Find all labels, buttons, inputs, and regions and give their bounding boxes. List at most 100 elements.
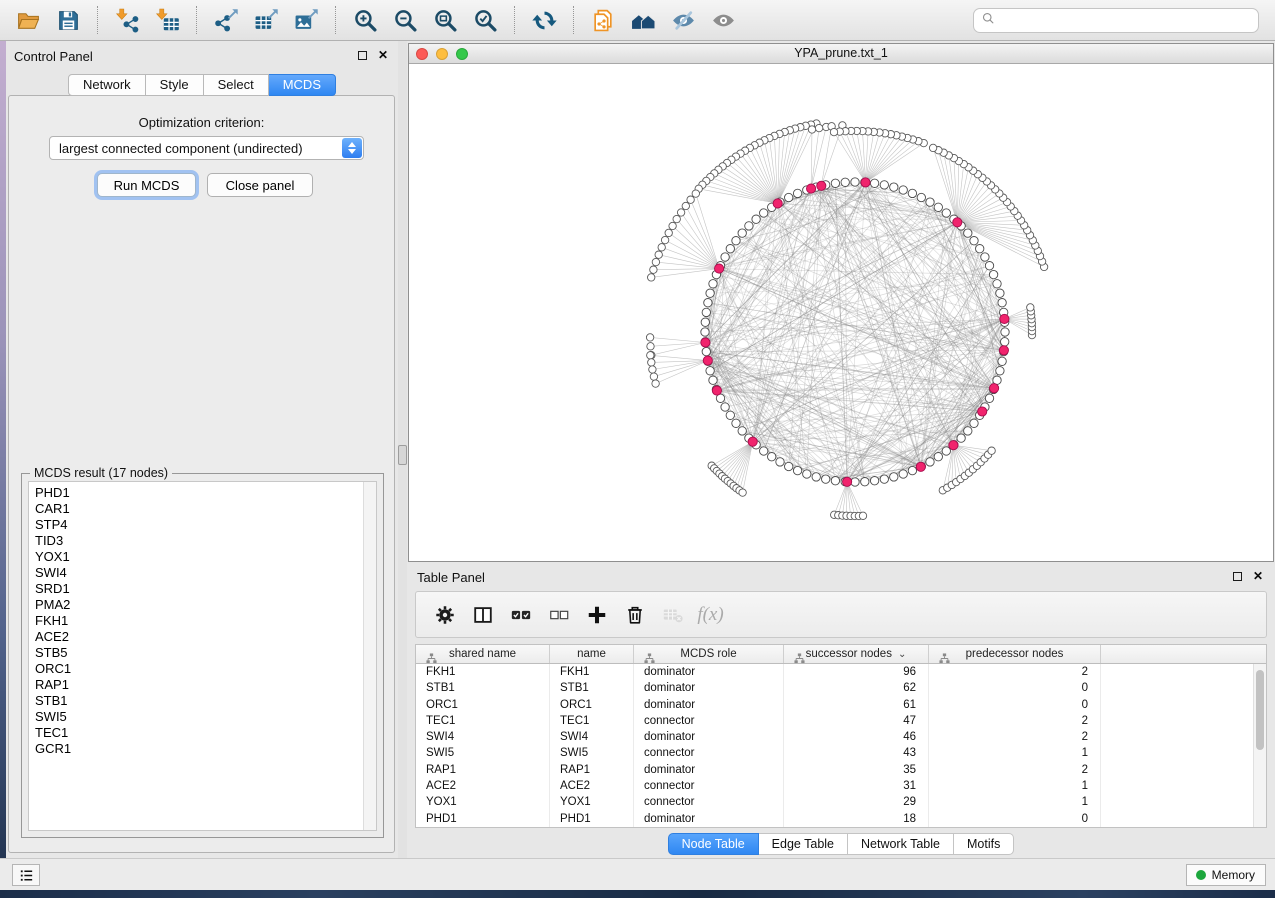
deselect-all-icon[interactable] xyxy=(544,600,573,629)
table-row[interactable]: SWI5SWI5connector431 xyxy=(416,745,1266,761)
cell-shared-name[interactable]: ACE2 xyxy=(416,778,550,794)
mcds-result-item[interactable]: SWI5 xyxy=(35,709,376,725)
hide-eye-icon[interactable] xyxy=(666,5,700,35)
table-row[interactable]: ACE2ACE2connector311 xyxy=(416,778,1266,794)
cell-successor-nodes[interactable]: 18 xyxy=(784,811,929,827)
cell-name[interactable]: SWI4 xyxy=(550,729,634,745)
table-row[interactable]: FKH1FKH1dominator962 xyxy=(416,664,1266,680)
cell-predecessor-nodes[interactable]: 2 xyxy=(929,664,1101,680)
columns-icon[interactable] xyxy=(468,600,497,629)
cell-successor-nodes[interactable]: 46 xyxy=(784,729,929,745)
close-panel-icon[interactable] xyxy=(378,50,388,60)
mcds-result-item[interactable]: TID3 xyxy=(35,533,376,549)
add-row-icon[interactable] xyxy=(582,600,611,629)
cell-MCDS-role[interactable]: dominator xyxy=(634,729,784,745)
mcds-result-scrollbar[interactable] xyxy=(363,482,376,830)
cell-shared-name[interactable]: STB1 xyxy=(416,680,550,696)
cell-predecessor-nodes[interactable]: 2 xyxy=(929,713,1101,729)
cell-successor-nodes[interactable]: 96 xyxy=(784,664,929,680)
memory-button[interactable]: Memory xyxy=(1186,864,1266,886)
mcds-result-item[interactable]: PHD1 xyxy=(35,485,376,501)
zoom-out-icon[interactable] xyxy=(388,5,422,35)
cell-MCDS-role[interactable]: dominator xyxy=(634,697,784,713)
task-history-button[interactable] xyxy=(12,864,40,886)
delete-row-icon[interactable] xyxy=(620,600,649,629)
refresh-icon[interactable] xyxy=(527,5,561,35)
cell-shared-name[interactable]: ORC1 xyxy=(416,697,550,713)
cell-name[interactable]: RAP1 xyxy=(550,762,634,778)
cell-shared-name[interactable]: SWI4 xyxy=(416,729,550,745)
cell-shared-name[interactable]: PHD1 xyxy=(416,811,550,827)
search-box[interactable] xyxy=(973,8,1259,33)
window-minimize-traffic-light[interactable] xyxy=(436,48,448,60)
table-row[interactable]: YOX1YOX1connector291 xyxy=(416,794,1266,810)
cell-successor-nodes[interactable]: 31 xyxy=(784,778,929,794)
mcds-result-item[interactable]: STP4 xyxy=(35,517,376,533)
cell-shared-name[interactable]: YOX1 xyxy=(416,794,550,810)
import-network-icon[interactable] xyxy=(110,5,144,35)
sort-chevron-icon[interactable] xyxy=(898,649,906,660)
cell-successor-nodes[interactable]: 35 xyxy=(784,762,929,778)
export-network-icon[interactable] xyxy=(209,5,243,35)
mcds-result-item[interactable]: FKH1 xyxy=(35,613,376,629)
tab-network-table[interactable]: Network Table xyxy=(848,833,954,855)
run-mcds-button[interactable]: Run MCDS xyxy=(97,173,196,197)
export-table-icon[interactable] xyxy=(249,5,283,35)
table-row[interactable]: ORC1ORC1dominator610 xyxy=(416,697,1266,713)
mcds-result-item[interactable]: RAP1 xyxy=(35,677,376,693)
cell-shared-name[interactable]: FKH1 xyxy=(416,664,550,680)
table-row[interactable]: SWI4SWI4dominator462 xyxy=(416,729,1266,745)
cell-predecessor-nodes[interactable]: 0 xyxy=(929,680,1101,696)
cell-name[interactable]: TEC1 xyxy=(550,713,634,729)
cell-MCDS-role[interactable]: connector xyxy=(634,794,784,810)
table-row[interactable]: RAP1RAP1dominator352 xyxy=(416,762,1266,778)
cell-shared-name[interactable]: SWI5 xyxy=(416,745,550,761)
float-table-panel-icon[interactable] xyxy=(1233,572,1242,581)
cell-successor-nodes[interactable]: 47 xyxy=(784,713,929,729)
cell-MCDS-role[interactable]: dominator xyxy=(634,811,784,827)
mcds-result-item[interactable]: STB5 xyxy=(35,645,376,661)
gear-icon[interactable] xyxy=(430,600,459,629)
cell-successor-nodes[interactable]: 62 xyxy=(784,680,929,696)
table-row[interactable]: PHD1PHD1dominator180 xyxy=(416,811,1266,827)
cell-successor-nodes[interactable]: 29 xyxy=(784,794,929,810)
close-table-panel-icon[interactable] xyxy=(1253,571,1263,581)
import-table-icon[interactable] xyxy=(150,5,184,35)
criterion-select[interactable]: largest connected component (undirected) xyxy=(49,136,364,160)
tab-edge-table[interactable]: Edge Table xyxy=(759,833,848,855)
close-panel-button[interactable]: Close panel xyxy=(207,173,313,197)
table-row[interactable]: TEC1TEC1connector472 xyxy=(416,713,1266,729)
mcds-result-item[interactable]: SRD1 xyxy=(35,581,376,597)
cell-name[interactable]: FKH1 xyxy=(550,664,634,680)
tab-select[interactable]: Select xyxy=(204,74,269,96)
mcds-result-item[interactable]: ORC1 xyxy=(35,661,376,677)
mcds-result-item[interactable]: SWI4 xyxy=(35,565,376,581)
cell-predecessor-nodes[interactable]: 1 xyxy=(929,778,1101,794)
cell-predecessor-nodes[interactable]: 2 xyxy=(929,729,1101,745)
cell-MCDS-role[interactable]: connector xyxy=(634,745,784,761)
zoom-fit-icon[interactable] xyxy=(428,5,462,35)
search-input[interactable] xyxy=(996,9,1258,32)
column-header-successor-nodes[interactable]: successor nodes xyxy=(784,645,929,663)
cell-name[interactable]: PHD1 xyxy=(550,811,634,827)
window-zoom-traffic-light[interactable] xyxy=(456,48,468,60)
cell-MCDS-role[interactable]: dominator xyxy=(634,664,784,680)
mcds-result-item[interactable]: PMA2 xyxy=(35,597,376,613)
cell-MCDS-role[interactable]: connector xyxy=(634,778,784,794)
panel-splitter[interactable] xyxy=(398,41,407,858)
cell-name[interactable]: YOX1 xyxy=(550,794,634,810)
column-header-MCDS-role[interactable]: MCDS role xyxy=(634,645,784,663)
cell-name[interactable]: SWI5 xyxy=(550,745,634,761)
zoom-selected-icon[interactable] xyxy=(468,5,502,35)
cell-successor-nodes[interactable]: 43 xyxy=(784,745,929,761)
cell-MCDS-role[interactable]: dominator xyxy=(634,762,784,778)
mcds-result-item[interactable]: YOX1 xyxy=(35,549,376,565)
tab-mcds[interactable]: MCDS xyxy=(269,74,336,96)
open-folder-icon[interactable] xyxy=(11,5,45,35)
cell-MCDS-role[interactable]: dominator xyxy=(634,680,784,696)
select-all-icon[interactable] xyxy=(506,600,535,629)
window-close-traffic-light[interactable] xyxy=(416,48,428,60)
column-header-shared-name[interactable]: shared name xyxy=(416,645,550,663)
network-canvas[interactable] xyxy=(409,64,1273,561)
cell-name[interactable]: STB1 xyxy=(550,680,634,696)
